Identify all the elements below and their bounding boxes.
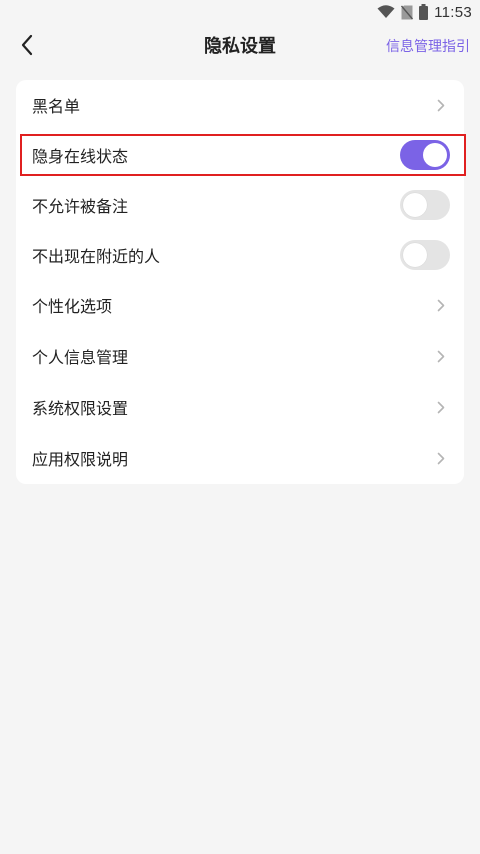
hide-nearby-toggle[interactable] bbox=[400, 240, 450, 270]
settings-row-app-permissions[interactable]: 应用权限说明 bbox=[16, 433, 464, 483]
toggle-knob bbox=[403, 193, 427, 217]
row-label: 不出现在附近的人 bbox=[32, 247, 161, 266]
row-label: 黑名单 bbox=[32, 97, 81, 116]
invisible-online-toggle[interactable] bbox=[400, 140, 450, 170]
settings-row-personalization[interactable]: 个性化选项 bbox=[16, 280, 464, 330]
chevron-right-icon bbox=[434, 298, 448, 312]
row-label: 不允许被备注 bbox=[32, 197, 129, 216]
no-sim-icon bbox=[401, 5, 414, 20]
battery-icon bbox=[419, 4, 429, 20]
chevron-right-icon bbox=[434, 98, 448, 112]
row-label: 个人信息管理 bbox=[32, 348, 129, 367]
status-time: 11:53 bbox=[434, 3, 472, 21]
chevron-right-icon bbox=[434, 451, 448, 465]
info-management-guide-link[interactable]: 信息管理指引 bbox=[386, 24, 470, 70]
settings-card: 黑名单 隐身在线状态 不允许被备注 不出现在附近的人 个性化选项 个人信息管理 bbox=[16, 80, 464, 484]
row-label: 隐身在线状态 bbox=[32, 147, 129, 166]
settings-row-invisible-online: 隐身在线状态 bbox=[16, 130, 464, 180]
wifi-icon bbox=[377, 5, 395, 19]
settings-row-hide-nearby: 不出现在附近的人 bbox=[16, 230, 464, 280]
row-label: 系统权限设置 bbox=[32, 399, 129, 418]
toggle-knob bbox=[403, 243, 427, 267]
row-label: 应用权限说明 bbox=[32, 450, 129, 469]
settings-row-blacklist[interactable]: 黑名单 bbox=[16, 80, 464, 130]
chevron-right-icon bbox=[434, 400, 448, 414]
row-label: 个性化选项 bbox=[32, 297, 113, 316]
chevron-right-icon bbox=[434, 349, 448, 363]
toggle-knob bbox=[423, 143, 447, 167]
settings-row-system-permissions[interactable]: 系统权限设置 bbox=[16, 382, 464, 432]
settings-row-disallow-remark: 不允许被备注 bbox=[16, 180, 464, 230]
nav-bar: 隐私设置 信息管理指引 bbox=[0, 24, 480, 70]
status-bar: 11:53 bbox=[0, 0, 480, 24]
settings-row-personal-info[interactable]: 个人信息管理 bbox=[16, 331, 464, 381]
disallow-remark-toggle[interactable] bbox=[400, 190, 450, 220]
